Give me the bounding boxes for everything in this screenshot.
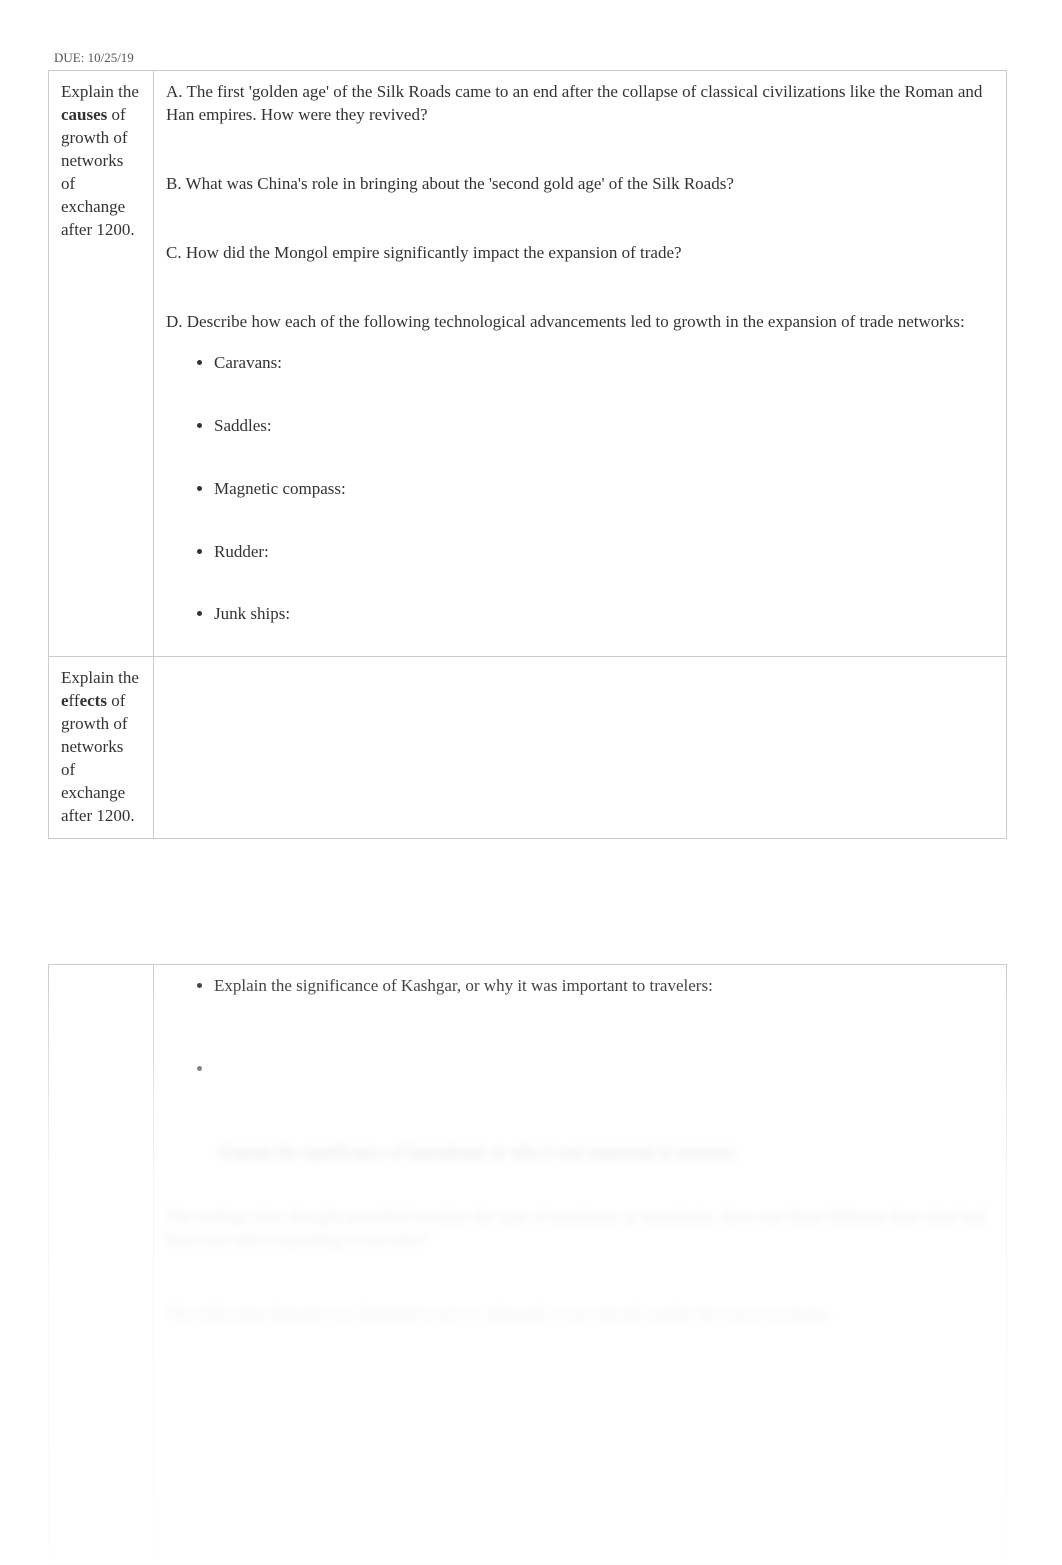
lower-section: Explain the significance of Kashgar, or … (48, 964, 1007, 1565)
txt: Explain the (61, 668, 139, 687)
questions-cell-1: A. The first 'golden age' of the Silk Ro… (154, 71, 1007, 657)
question-c: C. How did the Mongol empire significant… (166, 242, 994, 265)
lower-bullet-kashgar: Explain the significance of Kashgar, or … (214, 975, 994, 998)
lower-left-cell (49, 964, 154, 1564)
worksheet-table-bottom: Explain the significance of Kashgar, or … (48, 964, 1007, 1565)
tech-item-saddles: Saddles: (214, 415, 994, 438)
tech-item-junk: Junk ships: (214, 603, 994, 626)
txt: of growth of networks of exchange after … (61, 691, 135, 825)
tech-item-compass: Magnetic compass: (214, 478, 994, 501)
prompt-effects: Explain the effects of growth of network… (49, 657, 154, 839)
question-a: A. The first 'golden age' of the Silk Ro… (166, 81, 994, 127)
question-d: D. Describe how each of the following te… (166, 311, 994, 334)
question-b: B. What was China's role in bringing abo… (166, 173, 994, 196)
due-date: DUE: 10/25/19 (54, 50, 1007, 66)
txt-bold: causes (61, 105, 107, 124)
tech-item-caravans: Caravans: (214, 352, 994, 375)
lower-bullet-empty (214, 1058, 994, 1081)
tech-item-rudder: Rudder: (214, 541, 994, 564)
blurred-para-2: The following diagram was designed to pr… (166, 1302, 994, 1326)
blurred-para-1: The trading cities thought provided trav… (166, 1205, 994, 1253)
tech-list: Caravans: Saddles: Magnetic compass: Rud… (166, 352, 994, 627)
lower-right-cell: Explain the significance of Kashgar, or … (154, 964, 1007, 1564)
txt: Explain the (61, 82, 139, 101)
txt: ff (69, 691, 80, 710)
txt: of growth of networks of exchange after … (61, 105, 135, 239)
blurred-samarkand: Explain the significance of Samarkand, o… (166, 1141, 994, 1165)
txt-b: ects (80, 691, 107, 710)
lower-list: Explain the significance of Kashgar, or … (166, 975, 994, 1081)
prompt-causes: Explain the causes of growth of networks… (49, 71, 154, 657)
document-page: DUE: 10/25/19 Explain the causes of grow… (0, 0, 1062, 1565)
page-gap (48, 839, 1007, 964)
txt-b: e (61, 691, 69, 710)
questions-cell-2 (154, 657, 1007, 839)
worksheet-table-top: Explain the causes of growth of networks… (48, 70, 1007, 839)
